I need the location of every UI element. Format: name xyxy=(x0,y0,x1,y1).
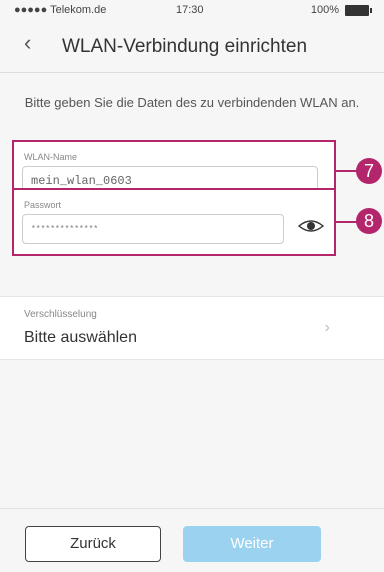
callout-7: 7 xyxy=(356,158,382,184)
chevron-right-icon: › xyxy=(324,319,330,336)
footer-bar: Zurück Weiter xyxy=(0,508,384,572)
callout-line-7 xyxy=(336,170,358,172)
next-button[interactable]: Weiter xyxy=(183,526,321,562)
chevron-left-icon[interactable]: ‹ xyxy=(24,32,31,54)
password-label: Passwort xyxy=(24,200,62,210)
password-input[interactable]: ************** xyxy=(22,214,284,244)
encryption-label: Verschlüsselung xyxy=(24,309,97,320)
eye-icon[interactable] xyxy=(298,218,324,234)
carrier-label: ●●●●● Telekom.de xyxy=(14,4,107,16)
status-bar: ●●●●● Telekom.de 17:30 100% xyxy=(0,0,384,20)
encryption-select[interactable]: Verschlüsselung Bitte auswählen › xyxy=(0,296,384,360)
callout-8: 8 xyxy=(356,208,382,234)
battery-icon xyxy=(345,4,372,16)
intro-text: Bitte geben Sie die Daten des zu verbind… xyxy=(24,95,360,110)
wlan-name-label: WLAN-Name xyxy=(24,152,78,162)
password-section: Passwort ************** xyxy=(12,188,336,256)
page-title: WLAN-Verbindung einrichten xyxy=(62,36,308,57)
battery-label: 100% xyxy=(310,4,339,16)
back-button[interactable]: Zurück xyxy=(25,526,161,562)
clock: 17:30 xyxy=(176,4,204,16)
callout-line-8 xyxy=(336,221,358,223)
battery-indicator: 100% xyxy=(310,4,372,16)
encryption-value: Bitte auswählen xyxy=(24,329,137,346)
navigation-bar: ‹ WLAN-Verbindung einrichten xyxy=(0,20,384,73)
